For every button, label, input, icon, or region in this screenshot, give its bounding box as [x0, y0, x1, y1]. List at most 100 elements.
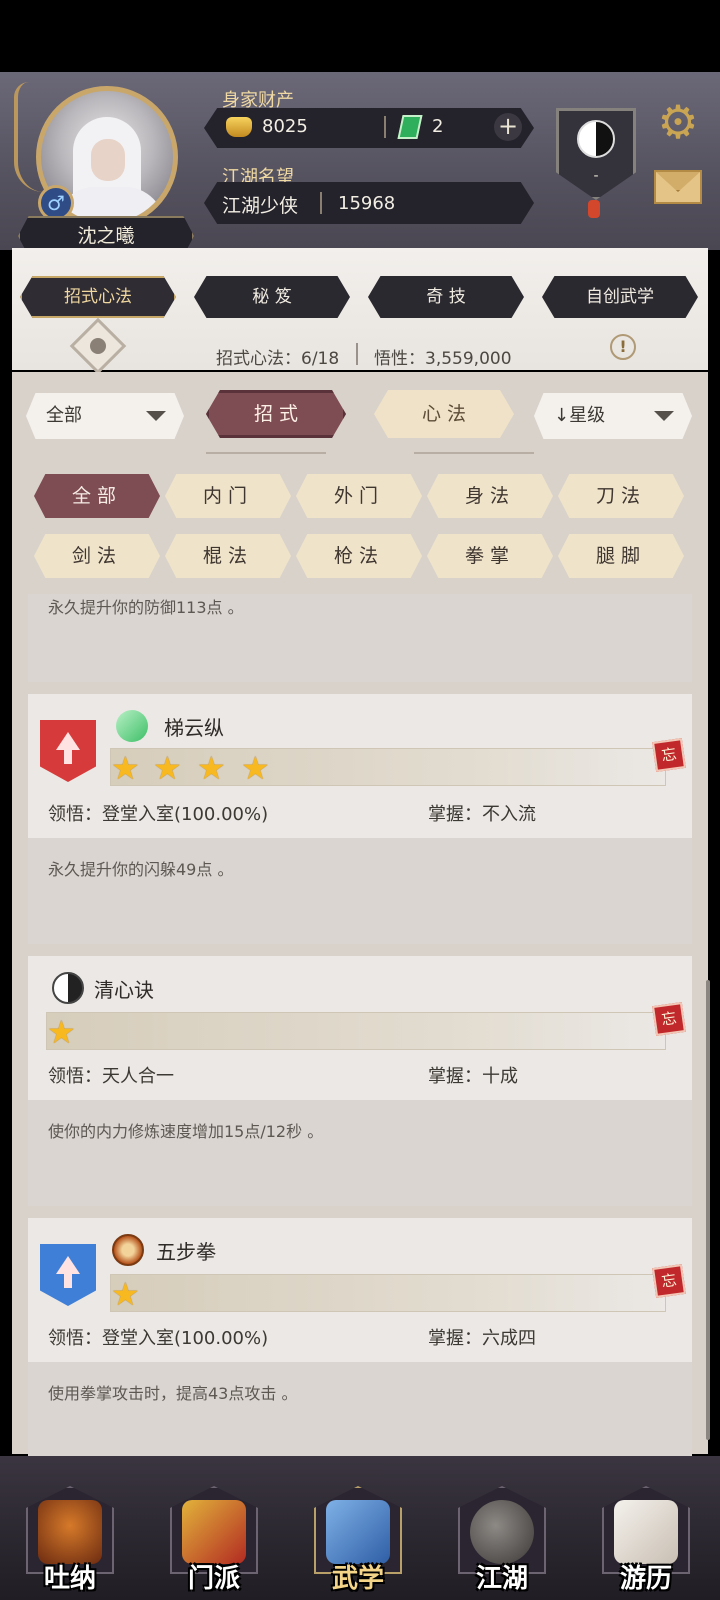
comprehension-value: 天人合一	[102, 1066, 174, 1087]
chip-staff[interactable]: 棍法	[165, 534, 291, 578]
chip-leg[interactable]: 腿脚	[558, 534, 684, 578]
wealth-bar	[204, 108, 534, 148]
tab-self-created[interactable]: 自创武学	[542, 276, 698, 318]
description-area: 使你的内力修炼速度增加15点/12秒 。	[28, 1100, 692, 1206]
book-icon	[326, 1500, 390, 1564]
chevron-down-icon	[654, 411, 674, 421]
insight-value: 悟性：3,559,000	[374, 349, 512, 369]
add-currency-button[interactable]: +	[494, 113, 522, 141]
comprehension-row: 领悟：天人合一	[48, 1062, 174, 1088]
chip-inner[interactable]: 内门	[165, 474, 291, 518]
gold-amount: 8025	[262, 116, 308, 137]
tab-special-skills[interactable]: 奇 技	[368, 276, 524, 318]
chip-movement[interactable]: 身法	[427, 474, 553, 518]
skill-description: 永久提升你的闪躲49点 。	[48, 860, 234, 879]
description-area: 永久提升你的闪躲49点 。	[28, 838, 692, 944]
fame-title: 江湖少侠	[222, 195, 299, 217]
comprehension-value: 登堂入室(100.00%)	[102, 1328, 269, 1349]
mastery-row: 掌握：不入流	[428, 800, 536, 826]
scrollbar[interactable]	[706, 980, 710, 1440]
divider	[384, 116, 386, 138]
comprehension-row: 领悟：登堂入室(100.00%)	[48, 1324, 268, 1350]
fame-value: 15968	[338, 193, 396, 214]
tab-secret-books[interactable]: 秘 笈	[194, 276, 350, 318]
nav-jianghu[interactable]: 江湖	[454, 1476, 550, 1594]
colon: ：	[464, 804, 482, 825]
sort-select[interactable]: ↓星级	[534, 393, 692, 439]
settings-gear-icon[interactable]: ⚙	[654, 98, 702, 146]
horse-icon	[614, 1500, 678, 1564]
rank-badge-icon	[40, 1244, 96, 1306]
skill-card[interactable]: 清心诀 ★ 忘 领悟：天人合一 掌握：十成 使你的内力修炼速度增加15点/12秒…	[28, 956, 692, 1206]
yin-yang-icon	[577, 120, 615, 158]
tassel-icon	[588, 200, 600, 218]
divider	[356, 343, 358, 365]
gold-ingot-icon	[226, 117, 252, 137]
star-rating: ★	[46, 1012, 666, 1050]
skill-card[interactable]: 永久提升你的防御113点 。	[28, 594, 692, 682]
colon: ：	[84, 1066, 102, 1087]
methods-filter-button[interactable]: 心 法	[374, 390, 514, 438]
divider	[320, 192, 322, 214]
star-icon: ★	[153, 749, 182, 787]
skill-name: 梯云纵	[164, 716, 224, 740]
divider-ornament	[414, 452, 534, 454]
hat-icon	[470, 1500, 534, 1564]
chip-outer[interactable]: 外门	[296, 474, 422, 518]
star-icon: ★	[47, 1013, 76, 1051]
nav-label: 门派	[187, 1564, 240, 1594]
skill-description: 永久提升你的防御113点 。	[48, 598, 244, 617]
star-rating: ★ ★ ★ ★	[110, 748, 666, 786]
nav-travel[interactable]: 游历	[598, 1476, 694, 1594]
skill-card[interactable]: 梯云纵 ★ ★ ★ ★ 忘 领悟：登堂入室(100.00%) 掌握：不入流 永久…	[28, 694, 692, 944]
forget-icon[interactable]: 忘	[652, 738, 686, 772]
mastery-value: 十成	[482, 1066, 518, 1087]
star-icon: ★	[197, 749, 226, 787]
status-bar	[0, 0, 720, 72]
skill-description: 使你的内力修炼速度增加15点/12秒 。	[48, 1122, 324, 1141]
rank-badge-icon	[40, 720, 96, 782]
mail-icon[interactable]	[654, 170, 702, 204]
mastery-label: 掌握	[428, 804, 464, 825]
learned-count: 招式心法：6/18	[216, 349, 340, 369]
mastery-row: 掌握：六成四	[428, 1324, 536, 1350]
forget-icon[interactable]: 忘	[652, 1002, 686, 1036]
mastery-label: 掌握	[428, 1328, 464, 1349]
chip-fist[interactable]: 拳掌	[427, 534, 553, 578]
nav-label: 吐纳	[43, 1564, 96, 1594]
moves-filter-button[interactable]: 招 式	[206, 390, 346, 438]
nav-label: 江湖	[475, 1564, 528, 1594]
skill-name: 五步拳	[156, 1240, 216, 1264]
sect-value: -	[593, 168, 599, 184]
skill-description: 使用拳掌攻击时，提高43点攻击 。	[48, 1384, 298, 1403]
nav-breathing[interactable]: 吐纳	[22, 1476, 118, 1594]
skill-card[interactable]: 五步拳 ★ 忘 领悟：登堂入室(100.00%) 掌握：六成四 使用拳掌攻击时，…	[28, 1218, 692, 1468]
mastery-row: 掌握：十成	[428, 1062, 518, 1088]
mastery-value: 不入流	[482, 804, 536, 825]
avatar-face	[91, 139, 125, 181]
nav-martial-arts[interactable]: 武学	[310, 1476, 406, 1594]
scope-select[interactable]: 全部	[26, 393, 184, 439]
chevron-down-icon	[146, 411, 166, 421]
comprehension-row: 领悟：登堂入室(100.00%)	[48, 800, 268, 826]
chip-all[interactable]: 全部	[34, 474, 160, 518]
tab-moves-methods[interactable]: 招式心法	[20, 276, 176, 318]
description-area: 永久提升你的防御113点 。	[28, 594, 692, 682]
male-gender-icon: ♂	[38, 185, 74, 221]
info-icon[interactable]: !	[610, 334, 636, 360]
chip-sword[interactable]: 剑法	[34, 534, 160, 578]
movement-skill-icon	[116, 710, 148, 742]
comprehension-label: 领悟	[48, 1066, 84, 1087]
fist-skill-icon	[112, 1234, 144, 1266]
banner-icon	[182, 1500, 246, 1564]
yin-yang-icon	[52, 972, 84, 1004]
chip-blade[interactable]: 刀法	[558, 474, 684, 518]
arrow-stem	[64, 1272, 72, 1288]
nav-sect[interactable]: 门派	[166, 1476, 262, 1594]
forget-icon[interactable]: 忘	[652, 1264, 686, 1298]
chip-spear[interactable]: 枪法	[296, 534, 422, 578]
mastery-label: 掌握	[428, 1066, 464, 1087]
nav-label: 武学	[331, 1564, 384, 1594]
comprehension-value: 登堂入室(100.00%)	[102, 804, 269, 825]
monk-icon	[38, 1500, 102, 1564]
